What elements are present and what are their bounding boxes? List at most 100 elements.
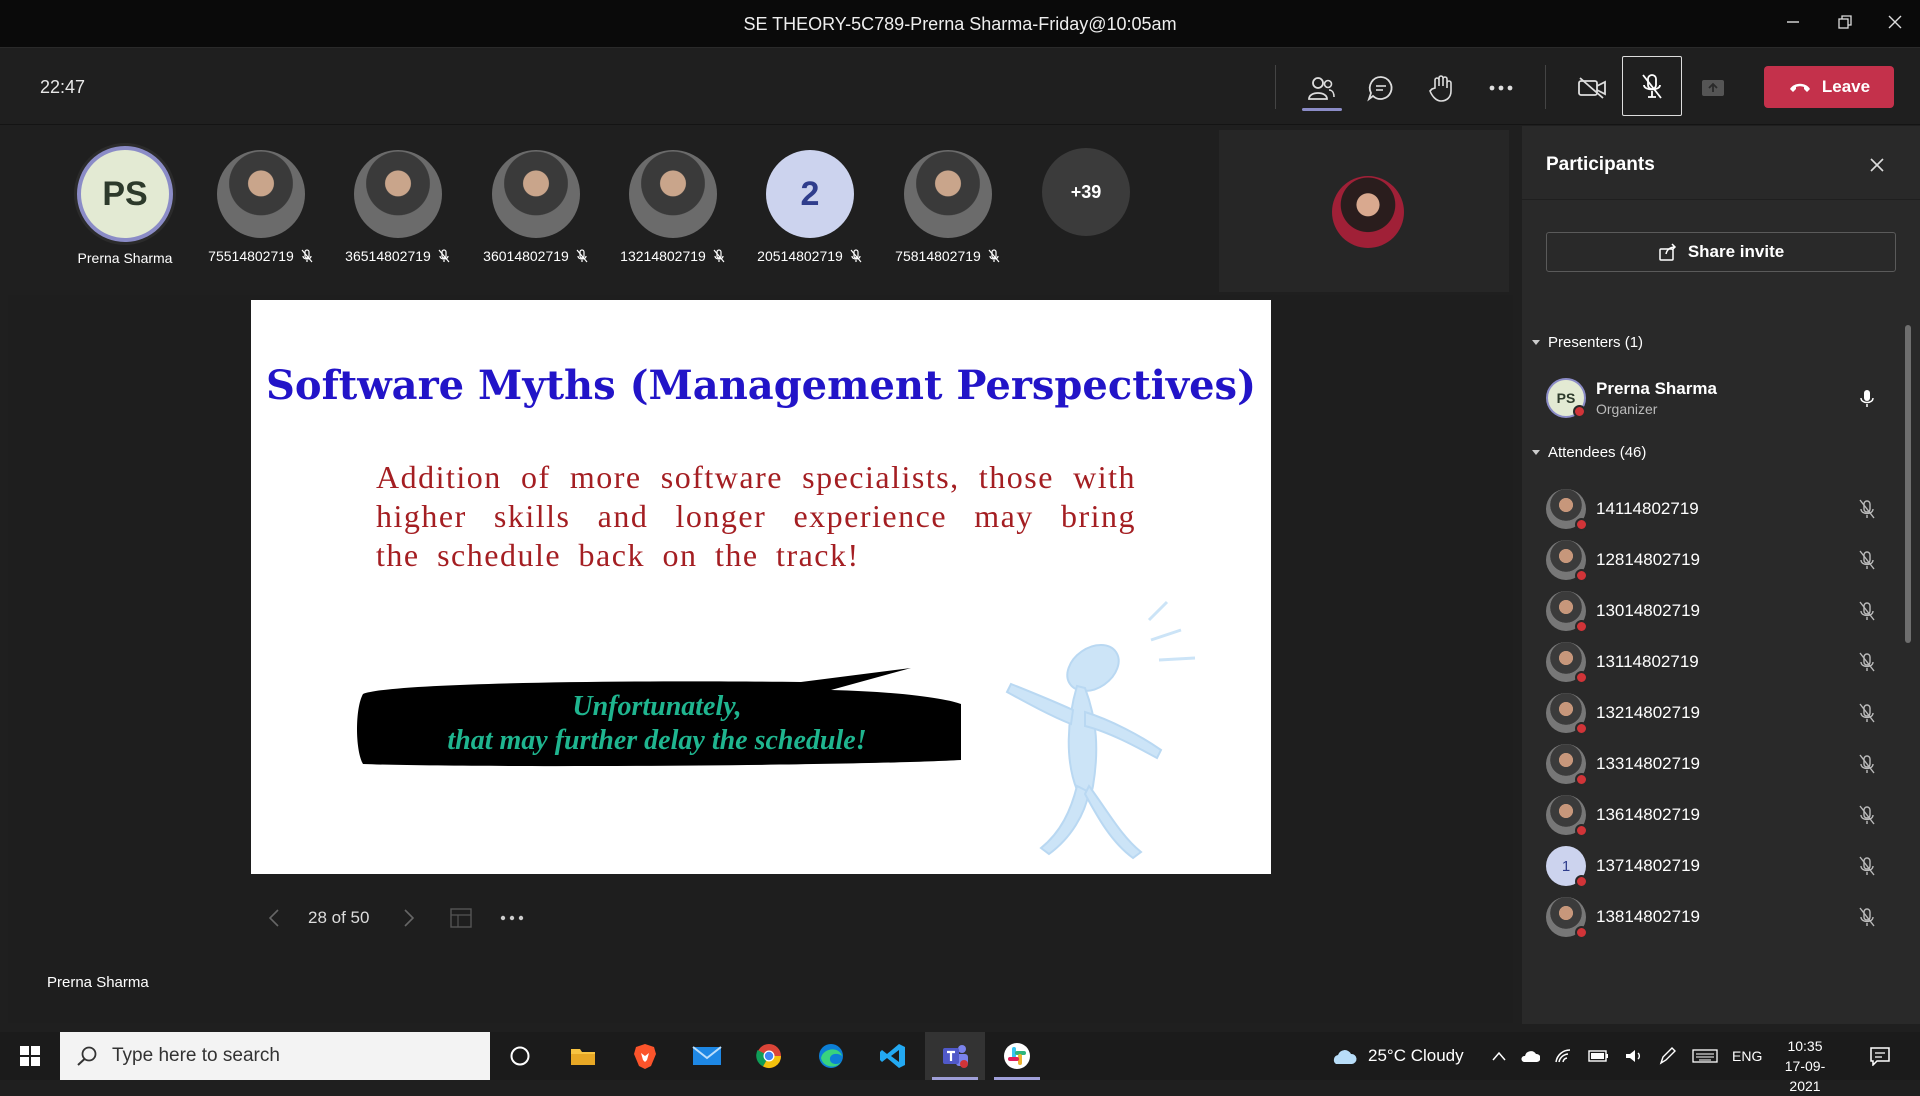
- vscode-icon: [880, 1044, 905, 1068]
- participant-row[interactable]: 12814802719: [1546, 535, 1886, 585]
- close-icon: [1888, 15, 1902, 29]
- status-dot: [1575, 773, 1588, 786]
- participant-name: 13814802719: [1596, 907, 1701, 926]
- close-panel-button[interactable]: [1862, 150, 1892, 180]
- share-invite-label: Share invite: [1687, 242, 1785, 261]
- share-icon: [1659, 243, 1676, 261]
- participant-row[interactable]: 1 13714802719: [1546, 841, 1886, 891]
- presenters-section-toggle[interactable]: Presenters (1): [1532, 334, 1643, 351]
- file-explorer-app[interactable]: [553, 1032, 613, 1080]
- participant-name: 12814802719: [1596, 550, 1701, 569]
- taskbar-clock[interactable]: 10:35 17-09-2021: [1770, 1036, 1840, 1096]
- chrome-icon: [756, 1044, 781, 1069]
- taskbar-search-box[interactable]: Type here to search: [60, 1032, 490, 1080]
- self-video-preview: [1219, 130, 1509, 292]
- camera-toggle-button[interactable]: [1566, 63, 1618, 113]
- participant-tile[interactable]: 36514802719: [333, 150, 463, 280]
- raise-hand-button[interactable]: [1415, 63, 1467, 113]
- participant-row[interactable]: PS Prerna Sharma Organizer: [1546, 373, 1886, 423]
- vscode-app[interactable]: [863, 1032, 923, 1080]
- clock-time: 10:35: [1787, 1038, 1823, 1054]
- title-bar: SE THEORY-5C789-Prerna Sharma-Friday@10:…: [0, 0, 1920, 48]
- mic-off-icon: [713, 249, 725, 263]
- presenter-tile[interactable]: PS Prerna Sharma: [60, 146, 190, 276]
- avatar-photo: [1546, 744, 1588, 786]
- participant-row[interactable]: 13114802719: [1546, 637, 1886, 687]
- participant-row[interactable]: 14114802719: [1546, 484, 1886, 534]
- slack-app[interactable]: [987, 1032, 1047, 1080]
- leave-button[interactable]: Leave: [1764, 66, 1894, 108]
- teams-app[interactable]: [925, 1032, 985, 1080]
- mic-off-icon: [438, 249, 450, 263]
- onedrive-cloud-icon[interactable]: [1520, 1049, 1540, 1063]
- participant-name: 13314802719: [1596, 754, 1701, 773]
- presenter-name-label: Prerna Sharma: [47, 974, 149, 991]
- participant-tile[interactable]: 75514802719: [196, 150, 326, 280]
- brave-browser-app[interactable]: [615, 1032, 675, 1080]
- battery-icon[interactable]: [1588, 1049, 1610, 1063]
- windows-taskbar: Type here to search 25°C Cloudy ENG 10:3…: [0, 1032, 1920, 1094]
- share-content-button[interactable]: [1687, 63, 1739, 113]
- participant-name: 36014802719: [483, 248, 569, 264]
- pen-icon[interactable]: [1658, 1047, 1678, 1065]
- mic-toggle-button[interactable]: [1622, 56, 1682, 116]
- participant-row[interactable]: 13214802719: [1546, 688, 1886, 738]
- mic-off-icon: [850, 249, 862, 263]
- mic-off-icon: [1859, 703, 1875, 723]
- status-dot: [1573, 405, 1586, 418]
- show-chat-button[interactable]: [1355, 63, 1407, 113]
- edge-app[interactable]: [801, 1032, 861, 1080]
- wifi-icon[interactable]: [1554, 1048, 1574, 1064]
- notification-icon: [1870, 1047, 1890, 1066]
- start-button[interactable]: [0, 1032, 60, 1080]
- minimize-button[interactable]: [1778, 10, 1808, 38]
- keyboard-icon[interactable]: [1692, 1048, 1718, 1064]
- brave-lion-icon: [634, 1044, 656, 1069]
- show-participants-button[interactable]: [1295, 63, 1347, 113]
- leave-label: Leave: [1821, 77, 1871, 96]
- participant-tile[interactable]: 2 20514802719: [745, 150, 875, 280]
- mic-off-icon: [1642, 74, 1662, 99]
- meeting-timer: 22:47: [40, 77, 86, 97]
- weather-widget[interactable]: 25°C Cloudy: [1328, 1032, 1464, 1080]
- close-window-button[interactable]: [1880, 10, 1910, 38]
- volume-icon[interactable]: [1624, 1048, 1644, 1064]
- participant-tile[interactable]: 13214802719: [608, 150, 738, 280]
- participants-icon: [1308, 77, 1335, 100]
- mic-off-icon: [1859, 652, 1875, 672]
- participant-row[interactable]: 13814802719: [1546, 892, 1886, 942]
- minimize-icon: [1787, 21, 1799, 23]
- participant-tile[interactable]: 36014802719: [471, 150, 601, 280]
- participant-row[interactable]: 13314802719: [1546, 739, 1886, 789]
- mail-app[interactable]: [677, 1032, 737, 1080]
- windows-logo-icon: [20, 1046, 40, 1066]
- previous-slide-icon[interactable]: [268, 908, 280, 928]
- panel-scrollbar[interactable]: [1905, 325, 1911, 643]
- avatar-photo: [1546, 540, 1588, 582]
- notifications-button[interactable]: [1850, 1032, 1910, 1080]
- more-options-icon[interactable]: [499, 914, 525, 922]
- more-participants-tile[interactable]: +39: [1021, 148, 1151, 278]
- more-icon: [1489, 85, 1513, 91]
- participant-name: 13114802719: [1596, 652, 1699, 671]
- share-invite-button[interactable]: Share invite: [1546, 232, 1896, 272]
- restore-button[interactable]: [1830, 10, 1860, 38]
- language-indicator[interactable]: ENG: [1732, 1048, 1762, 1064]
- chrome-app[interactable]: [739, 1032, 799, 1080]
- participant-tile[interactable]: 75814802719: [883, 150, 1013, 280]
- task-view-button[interactable]: [490, 1032, 550, 1080]
- attendees-section-toggle[interactable]: Attendees (46): [1532, 444, 1646, 461]
- participant-name: 13214802719: [620, 248, 706, 264]
- slide-grid-icon[interactable]: [449, 906, 473, 930]
- participant-row[interactable]: 13014802719: [1546, 586, 1886, 636]
- more-actions-button[interactable]: [1475, 63, 1527, 113]
- next-slide-icon[interactable]: [403, 908, 415, 928]
- participant-row[interactable]: 13614802719: [1546, 790, 1886, 840]
- chevron-up-icon[interactable]: [1492, 1051, 1506, 1061]
- system-tray: ENG: [1492, 1032, 1762, 1080]
- toolbar-divider: [1545, 65, 1546, 109]
- teams-icon: [943, 1045, 968, 1068]
- mic-icon: [1860, 390, 1874, 407]
- avatar-photo: [629, 150, 717, 238]
- presenters-heading: Presenters (1): [1548, 334, 1644, 351]
